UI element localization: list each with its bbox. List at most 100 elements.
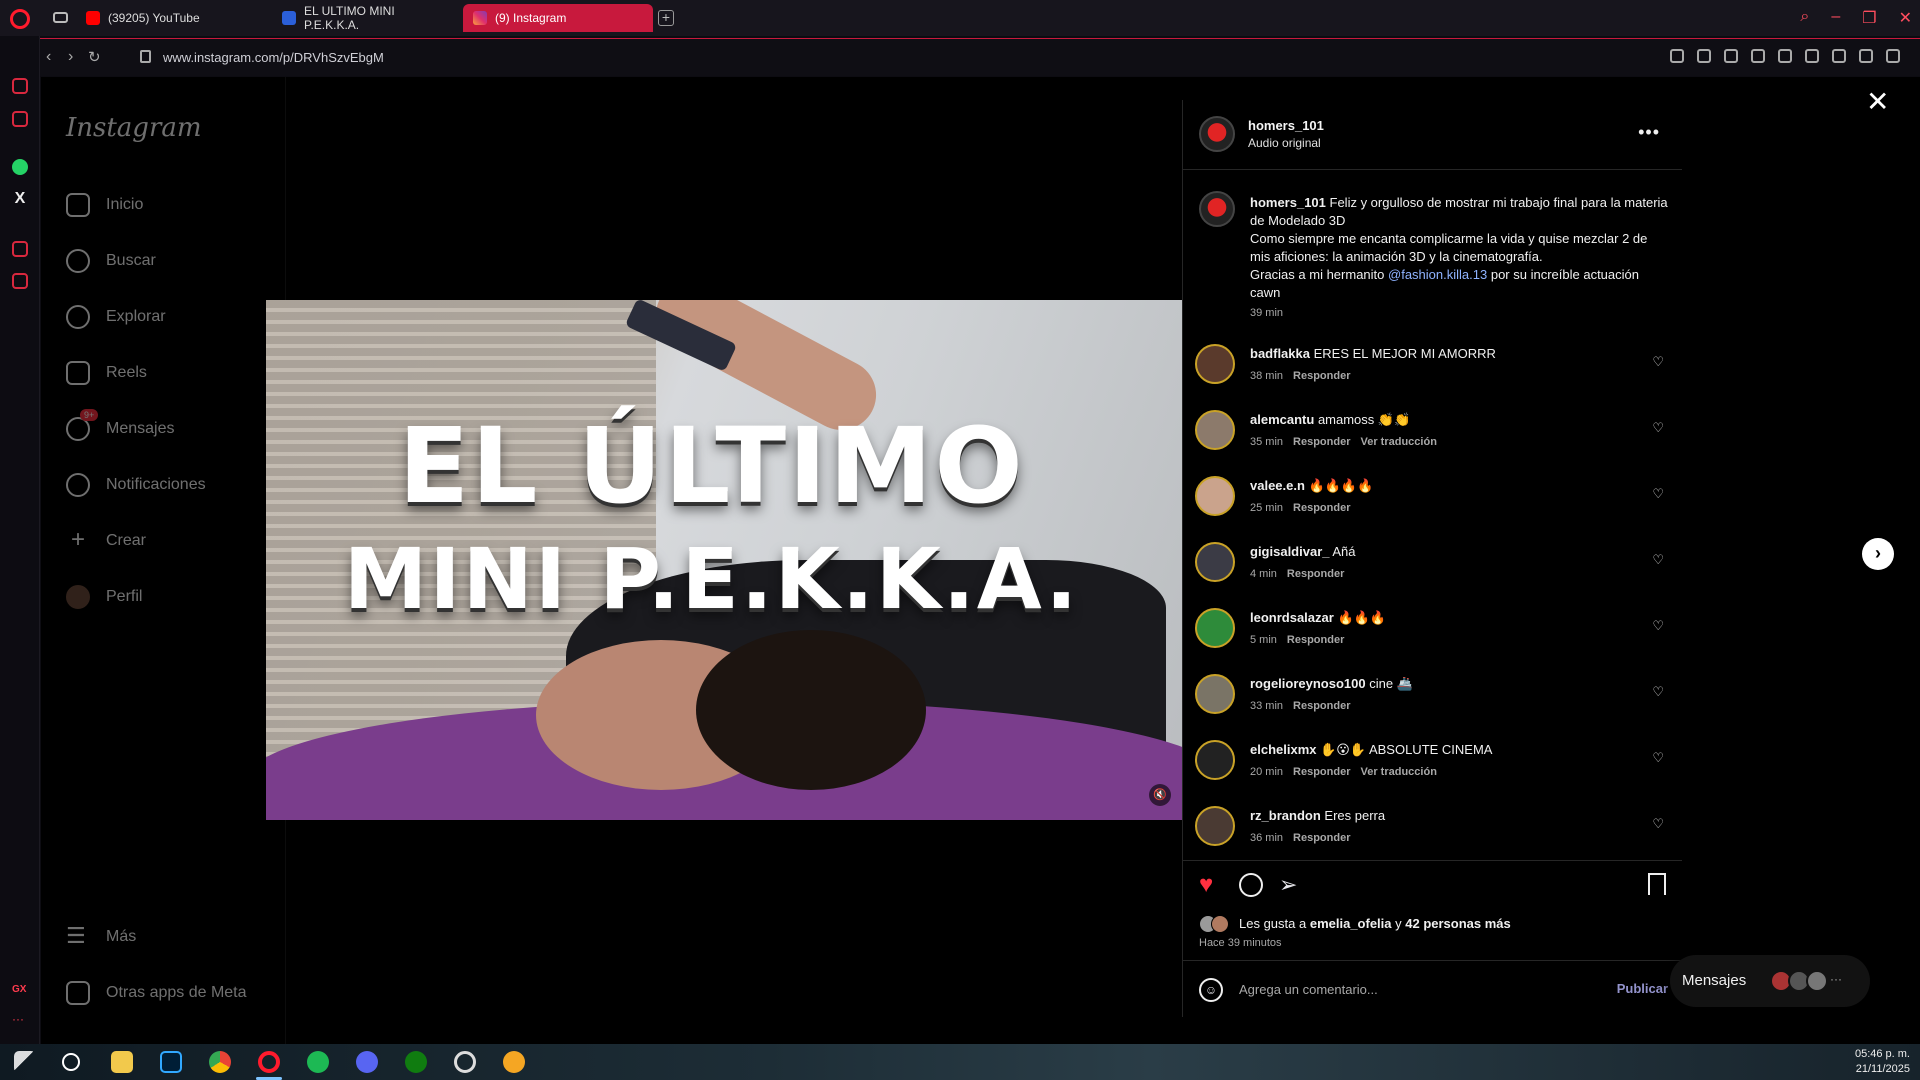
comment-like-heart-icon[interactable]: ♡ <box>1652 420 1664 436</box>
tab-instagram[interactable]: (9) Instagram <box>463 4 653 32</box>
adblock-icon[interactable] <box>1724 49 1738 63</box>
music-player-icon[interactable] <box>12 241 28 257</box>
commenter-avatar[interactable] <box>1195 476 1235 516</box>
comment-like-heart-icon[interactable]: ♡ <box>1652 486 1664 502</box>
audio-label[interactable]: Audio original <box>1248 136 1321 150</box>
commenter-username[interactable]: elchelixmx <box>1250 742 1317 757</box>
gx-control-icon[interactable] <box>12 111 28 127</box>
comment-bubble-icon[interactable] <box>1239 873 1263 897</box>
whatsapp-icon[interactable] <box>12 159 28 175</box>
extensions-sidebar-icon[interactable] <box>12 273 28 289</box>
forward-icon[interactable]: › <box>68 48 73 66</box>
comment-like-heart-icon[interactable]: ♡ <box>1652 354 1664 370</box>
spotify-icon[interactable] <box>307 1051 329 1073</box>
reply-button[interactable]: Responder <box>1287 634 1344 646</box>
comment-input[interactable] <box>1239 977 1599 1001</box>
nav-item-reels[interactable]: Reels <box>66 361 147 385</box>
opera-menu-icon[interactable] <box>10 9 30 29</box>
nav-item-perfil[interactable]: Perfil <box>66 585 142 609</box>
close-window-icon[interactable]: ✕ <box>1899 8 1912 28</box>
windows-start-icon[interactable] <box>14 1051 36 1073</box>
bookmark-heart-icon[interactable] <box>1778 49 1792 63</box>
opera-gx-taskbar-icon[interactable] <box>258 1051 280 1073</box>
system-clock[interactable]: 05:46 p. m. 21/11/2025 <box>1855 1047 1910 1077</box>
nav-item-inicio[interactable]: Inicio <box>66 193 143 217</box>
nav-item-crear[interactable]: + Crear <box>66 528 146 553</box>
publish-button[interactable]: Publicar <box>1617 981 1668 996</box>
tab-youtube[interactable]: (39205) YouTube <box>76 4 266 32</box>
caption-avatar[interactable] <box>1199 191 1235 227</box>
url-field[interactable]: www.instagram.com/p/DRVhSzvEbgM <box>163 50 384 65</box>
like-heart-icon[interactable]: ♥ <box>1199 873 1213 897</box>
file-explorer-icon[interactable] <box>111 1051 133 1073</box>
nav-item-explorar[interactable]: Explorar <box>66 305 166 329</box>
author-username[interactable]: homers_101 <box>1248 118 1324 133</box>
commenter-username[interactable]: leonrdsalazar <box>1250 610 1334 625</box>
nav-item-otras-apps[interactable]: Otras apps de Meta <box>66 981 247 1005</box>
photoshop-icon[interactable] <box>160 1051 182 1073</box>
x-twitter-icon[interactable]: X <box>12 191 28 207</box>
reply-button[interactable]: Responder <box>1293 436 1350 448</box>
pin-icon[interactable] <box>1670 49 1684 63</box>
reply-button[interactable]: Responder <box>1293 502 1350 514</box>
emoji-picker-icon[interactable]: ☺ <box>1199 978 1223 1002</box>
commenter-username[interactable]: rogelioreynoso100 <box>1250 676 1366 691</box>
commenter-avatar[interactable] <box>1195 674 1235 714</box>
commenter-username[interactable]: badflakka <box>1250 346 1310 361</box>
nav-item-notificaciones[interactable]: Notificaciones <box>66 473 206 497</box>
caption-username[interactable]: homers_101 <box>1250 195 1326 210</box>
comment-like-heart-icon[interactable]: ♡ <box>1652 618 1664 634</box>
instagram-logo[interactable]: Instagram <box>66 113 202 143</box>
comment-like-heart-icon[interactable]: ♡ <box>1652 552 1664 568</box>
maximize-icon[interactable]: ❐ <box>1862 8 1876 28</box>
commenter-avatar[interactable] <box>1195 740 1235 780</box>
nav-item-mas[interactable]: ☰ Más <box>66 925 136 949</box>
reply-button[interactable]: Responder <box>1293 370 1350 382</box>
comment-like-heart-icon[interactable]: ♡ <box>1652 816 1664 832</box>
see-translation-button[interactable]: Ver traducción <box>1361 436 1437 448</box>
back-icon[interactable]: ‹ <box>46 48 51 66</box>
likes-user-link[interactable]: emelia_ofelia <box>1310 916 1392 931</box>
xbox-icon[interactable] <box>405 1051 427 1073</box>
next-post-button[interactable]: › <box>1862 538 1894 570</box>
commenter-username[interactable]: valee.e.n <box>1250 478 1305 493</box>
comment-like-heart-icon[interactable]: ♡ <box>1652 750 1664 766</box>
save-bookmark-icon[interactable] <box>1648 873 1666 895</box>
commenter-avatar[interactable] <box>1195 410 1235 450</box>
commenter-username[interactable]: gigisaldivar_ <box>1250 544 1329 559</box>
snapshot-icon[interactable] <box>1697 49 1711 63</box>
brave-icon[interactable] <box>503 1051 525 1073</box>
steam-icon[interactable] <box>454 1051 476 1073</box>
commenter-username[interactable]: alemcantu <box>1250 412 1314 427</box>
nav-item-buscar[interactable]: Buscar <box>66 249 156 273</box>
reply-button[interactable]: Responder <box>1293 700 1350 712</box>
commenter-avatar[interactable] <box>1195 806 1235 846</box>
post-video[interactable]: EL ÚLTIMO MINI P.E.K.K.A. 🔇 <box>266 300 1187 820</box>
commenter-username[interactable]: rz_brandon <box>1250 808 1321 823</box>
workspaces-icon[interactable] <box>53 12 68 23</box>
share-send-icon[interactable]: ➢ <box>1279 873 1297 897</box>
easy-setup-icon[interactable] <box>1886 49 1900 63</box>
reply-button[interactable]: Responder <box>1293 766 1350 778</box>
new-tab-button[interactable]: + <box>658 10 674 26</box>
more-options-icon[interactable]: ••• <box>1638 122 1660 143</box>
play-icon[interactable] <box>1751 49 1765 63</box>
extensions-icon[interactable] <box>1805 49 1819 63</box>
comment-like-heart-icon[interactable]: ♡ <box>1652 684 1664 700</box>
download-icon[interactable] <box>1859 49 1873 63</box>
nav-item-mensajes[interactable]: 9+ Mensajes <box>66 409 174 441</box>
caption-mention-link[interactable]: @fashion.killa.13 <box>1388 267 1487 282</box>
commenter-avatar[interactable] <box>1195 608 1235 648</box>
author-avatar[interactable] <box>1199 116 1235 152</box>
search-tabs-icon[interactable]: ⌕ <box>1800 8 1809 28</box>
reload-icon[interactable]: ↻ <box>88 48 101 66</box>
chrome-icon[interactable] <box>209 1051 231 1073</box>
discord-icon[interactable] <box>356 1051 378 1073</box>
account-icon[interactable] <box>1832 49 1846 63</box>
tab-ultimo-mini-pekka[interactable]: EL ULTIMO MINI P.E.K.K.A. <box>272 4 457 32</box>
close-post-icon[interactable]: ✕ <box>1866 88 1889 116</box>
speed-dial-icon[interactable] <box>12 78 28 94</box>
sidebar-more-icon[interactable]: ··· <box>12 1012 24 1026</box>
commenter-avatar[interactable] <box>1195 344 1235 384</box>
messages-pill[interactable]: Mensajes ··· <box>1670 955 1870 1007</box>
